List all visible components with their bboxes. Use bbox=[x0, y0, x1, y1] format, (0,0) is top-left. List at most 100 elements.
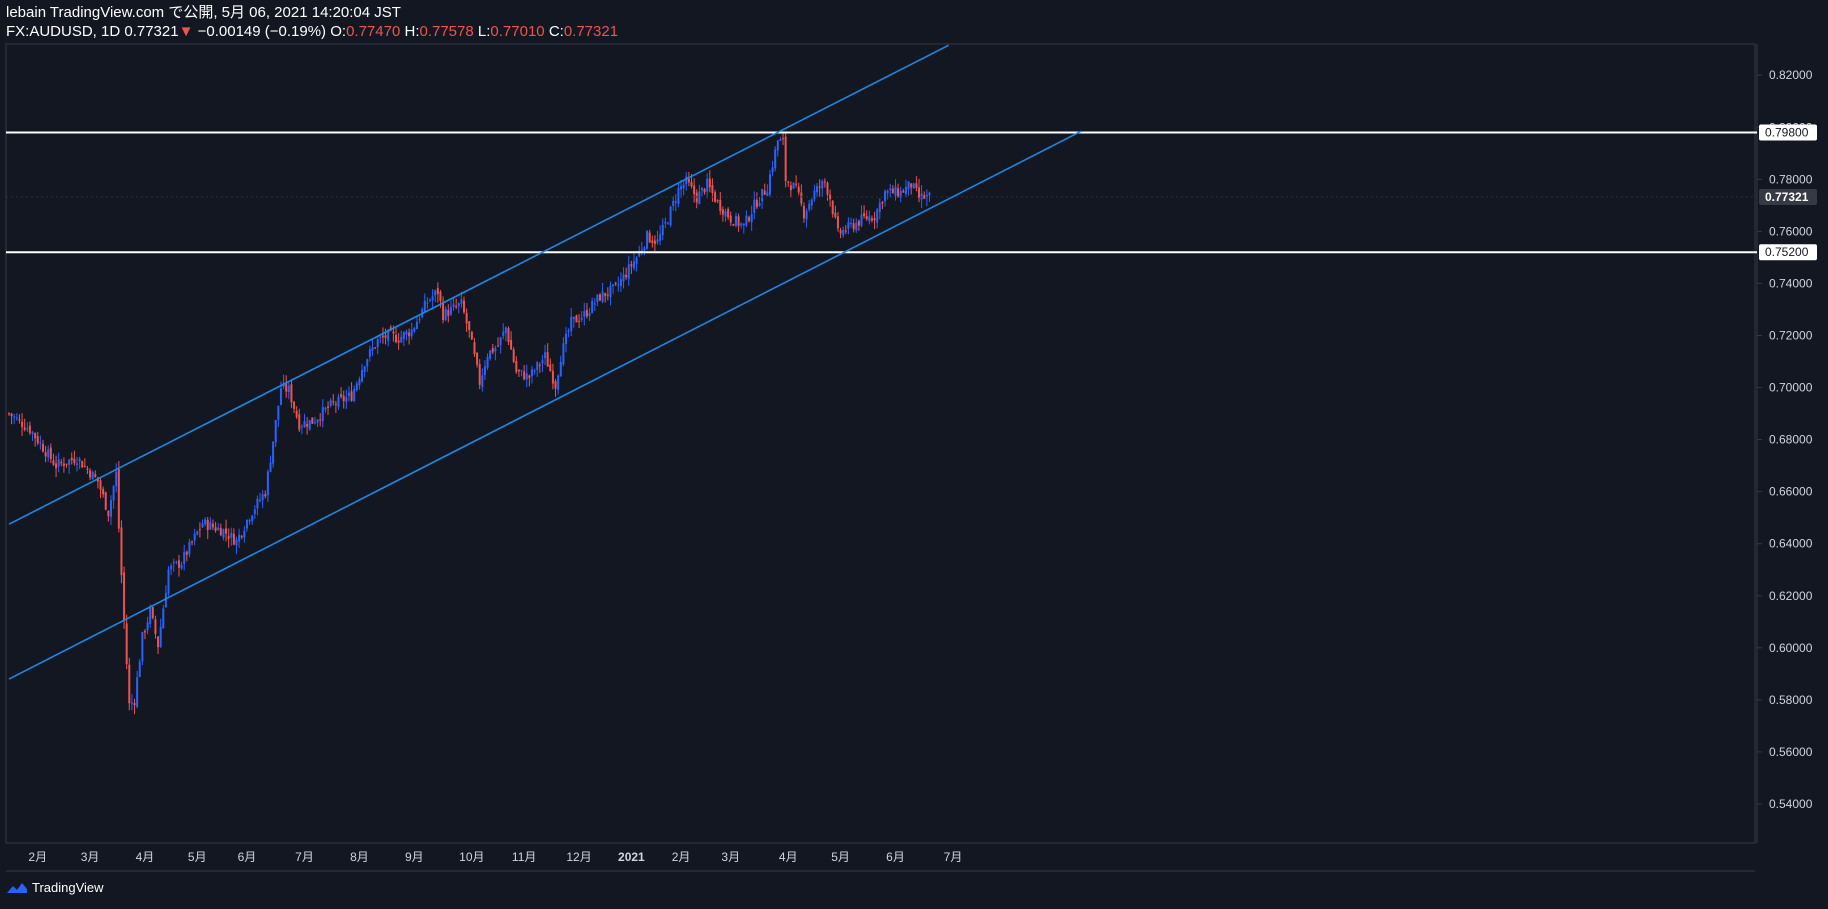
candle-body bbox=[23, 427, 26, 430]
y-tick-label: 0.82000 bbox=[1769, 68, 1813, 82]
candle-body bbox=[415, 321, 418, 330]
candle-body bbox=[533, 370, 536, 372]
candle-body bbox=[606, 294, 609, 296]
candle-body bbox=[193, 533, 196, 541]
x-tick-label: 2021 bbox=[618, 850, 645, 864]
candle-body bbox=[449, 307, 452, 315]
candle-body bbox=[593, 303, 596, 305]
candle-body bbox=[721, 209, 724, 215]
y-tick-label: 0.64000 bbox=[1769, 537, 1813, 551]
candle-body bbox=[865, 215, 868, 220]
candle-body bbox=[507, 328, 510, 342]
candle-body bbox=[724, 211, 727, 217]
candle-body bbox=[112, 486, 115, 501]
candle-body bbox=[839, 230, 842, 234]
candle-body bbox=[259, 499, 262, 501]
candle-body bbox=[596, 294, 599, 302]
candle-body bbox=[873, 218, 876, 221]
candle-body bbox=[591, 300, 594, 313]
candle-body bbox=[164, 592, 167, 608]
candle-body bbox=[81, 461, 84, 468]
candle-body bbox=[99, 480, 102, 490]
x-tick-label: 5月 bbox=[188, 850, 207, 864]
candle-body bbox=[180, 564, 183, 569]
candle-body bbox=[303, 421, 306, 428]
candle-body bbox=[808, 203, 811, 210]
candle-body bbox=[8, 413, 10, 415]
candle-body bbox=[732, 224, 735, 226]
candle-body bbox=[384, 335, 387, 339]
candle-body bbox=[708, 178, 711, 188]
candle-body bbox=[695, 192, 698, 203]
candle-body bbox=[460, 299, 463, 304]
candle-body bbox=[397, 340, 400, 343]
candle-body bbox=[313, 422, 316, 424]
candle-body bbox=[256, 498, 259, 509]
candle-body bbox=[779, 139, 782, 141]
x-tick-label: 3月 bbox=[81, 850, 100, 864]
candle-body bbox=[89, 470, 92, 478]
candle-body bbox=[439, 291, 442, 301]
candle-body bbox=[157, 636, 160, 648]
candle-body bbox=[891, 188, 894, 194]
candle-body bbox=[570, 316, 573, 331]
candle-body bbox=[792, 182, 795, 189]
candle-body bbox=[371, 347, 374, 352]
candle-body bbox=[368, 349, 371, 358]
candle-body bbox=[886, 190, 889, 194]
y-tick-label: 0.76000 bbox=[1769, 224, 1813, 238]
candle-body bbox=[881, 201, 884, 204]
candle-body bbox=[572, 316, 575, 320]
candle-body bbox=[355, 383, 358, 391]
candle-body bbox=[549, 364, 552, 372]
candle-body bbox=[429, 299, 432, 301]
y-tick-label: 0.74000 bbox=[1769, 276, 1813, 290]
level-price-label: 0.75200 bbox=[1765, 245, 1809, 259]
candle-body bbox=[763, 190, 766, 195]
candle-body bbox=[489, 350, 492, 359]
candle-body bbox=[651, 240, 654, 243]
candle-body bbox=[227, 536, 230, 539]
candle-body bbox=[232, 533, 235, 545]
candle-body bbox=[876, 209, 879, 223]
candle-body bbox=[39, 442, 42, 444]
y-tick-label: 0.58000 bbox=[1769, 693, 1813, 707]
candle-body bbox=[279, 388, 282, 405]
candle-body bbox=[287, 385, 290, 393]
candle-body bbox=[334, 403, 337, 405]
candle-body bbox=[912, 183, 915, 189]
candle-body bbox=[374, 347, 377, 349]
candle-body bbox=[366, 359, 369, 367]
candle-body bbox=[149, 607, 152, 624]
candle-body bbox=[347, 392, 350, 396]
candle-body bbox=[802, 205, 805, 219]
candle-body bbox=[321, 407, 324, 422]
candle-body bbox=[925, 194, 928, 199]
candle-body bbox=[910, 183, 913, 188]
candle-body bbox=[465, 312, 468, 324]
y-tick-label: 0.70000 bbox=[1769, 381, 1813, 395]
x-tick-label: 8月 bbox=[350, 850, 369, 864]
price-chart[interactable]: 0.54000 0.56000 0.58000 0.60000 0.62000 0.640… bbox=[0, 0, 1828, 909]
tradingview-logo[interactable]: TradingView bbox=[6, 880, 104, 895]
candle-body bbox=[117, 469, 120, 529]
y-tick-label: 0.72000 bbox=[1769, 328, 1813, 342]
candle-body bbox=[884, 191, 887, 202]
candle-body bbox=[653, 240, 656, 244]
candle-body bbox=[525, 373, 528, 380]
candle-body bbox=[729, 215, 732, 223]
y-tick-label: 0.56000 bbox=[1769, 745, 1813, 759]
candle-body bbox=[274, 420, 277, 443]
candle-body bbox=[128, 664, 131, 704]
candle-body bbox=[575, 315, 578, 323]
candle-body bbox=[844, 230, 847, 232]
candle-body bbox=[10, 413, 13, 417]
candle-body bbox=[902, 190, 905, 193]
candle-body bbox=[630, 264, 633, 267]
candle-body bbox=[491, 347, 494, 353]
x-tick-label: 6月 bbox=[886, 850, 905, 864]
candle-body bbox=[222, 529, 225, 538]
y-tick-label: 0.66000 bbox=[1769, 485, 1813, 499]
candle-body bbox=[402, 332, 405, 339]
candle-body bbox=[162, 608, 165, 629]
